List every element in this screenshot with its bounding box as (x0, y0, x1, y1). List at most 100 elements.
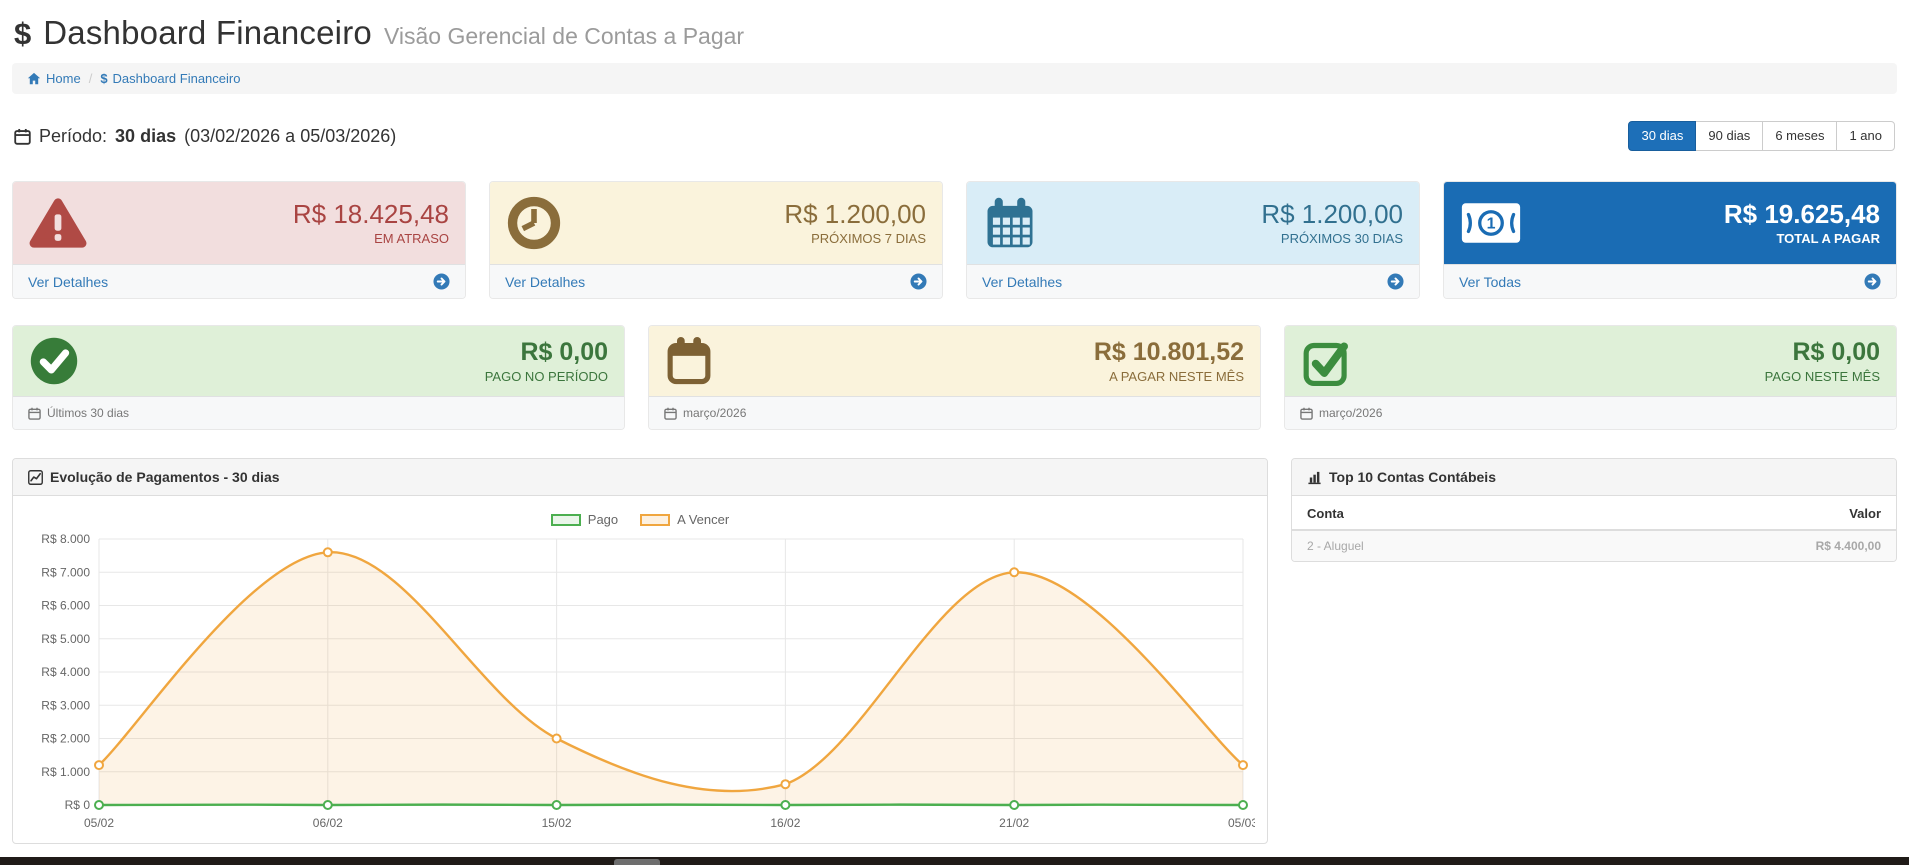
ver-detalhes-link[interactable]: Ver Detalhes (28, 274, 108, 290)
ver-detalhes-link[interactable]: Ver Detalhes (982, 274, 1062, 290)
bottom-bar-handle[interactable] (614, 859, 660, 865)
page-header: $ Dashboard Financeiro Visão Gerencial d… (12, 10, 1897, 54)
legend-label: A Vencer (677, 512, 730, 527)
svg-text:21/02: 21/02 (999, 816, 1029, 830)
chart-panel-title: Evolução de Pagamentos - 30 dias (50, 469, 280, 485)
bar-chart-icon (1308, 471, 1321, 484)
dashboard-page: $ Dashboard Financeiro Visão Gerencial d… (0, 0, 1909, 865)
svg-text:05/02: 05/02 (84, 816, 114, 830)
check-circle-icon (30, 337, 78, 385)
breadcrumb-current[interactable]: $ Dashboard Financeiro (100, 71, 240, 86)
ver-todas-link[interactable]: Ver Todas (1459, 274, 1521, 290)
column-header-valor: Valor (1579, 496, 1896, 531)
card-proximos-7-dias: R$ 1.200,00 PRÓXIMOS 7 DIAS Ver Detalhes (489, 181, 943, 299)
card-value: R$ 10.801,52 (1093, 338, 1244, 367)
payments-evolution-panel: Evolução de Pagamentos - 30 dias Pago A V… (12, 458, 1268, 844)
top-accounts-table: Conta Valor 2 - Aluguel R$ 4.400,00 (1292, 496, 1896, 561)
check-square-icon (1303, 342, 1348, 386)
summary-cards-row: R$ 18.425,48 EM ATRASO Ver Detalhes R$ 1… (12, 181, 1897, 299)
bottom-bar (0, 857, 1909, 865)
period-range: (03/02/2026 a 05/03/2026) (184, 125, 397, 146)
card-label: PRÓXIMOS 30 DIAS (1280, 231, 1403, 247)
calendar-icon (14, 128, 31, 145)
breadcrumb-home-link[interactable]: Home (27, 71, 81, 86)
clock-icon (507, 196, 561, 250)
svg-text:R$ 2.000: R$ 2.000 (41, 732, 90, 746)
money-bill-icon: 1 (1461, 203, 1521, 243)
card-proximos-30-dias: R$ 1.200,00 PRÓXIMOS 30 DIAS Ver Detalhe… (966, 181, 1420, 299)
legend-label: Pago (587, 512, 619, 527)
status-cards-row: R$ 0,00 PAGO NO PERÍODO Últimos 30 dias (12, 325, 1897, 430)
period-text: Período: 30 dias (03/02/2026 a 05/03/202… (14, 126, 396, 147)
card-value: R$ 1.200,00 (784, 198, 926, 229)
line-chart-icon (28, 469, 43, 485)
card-value: R$ 18.425,48 (292, 198, 449, 229)
card-value: R$ 0,00 (520, 338, 608, 367)
legend-swatch (640, 513, 671, 526)
svg-text:R$ 1.000: R$ 1.000 (41, 765, 90, 779)
period-button-6m[interactable]: 6 meses (1762, 121, 1838, 151)
legend-item-pago[interactable]: Pago (550, 512, 619, 527)
period-row: Período: 30 dias (03/02/2026 a 05/03/202… (12, 121, 1897, 151)
dollar-icon: $ (14, 16, 32, 51)
ver-detalhes-link[interactable]: Ver Detalhes (505, 274, 585, 290)
payments-chart[interactable]: R$ 0 R$ 1.000 R$ 2.000 R$ 3.000 R$ 4.000 R$ 5… (23, 529, 1257, 835)
card-label: TOTAL A PAGAR (1776, 231, 1880, 247)
period-label: Período: (39, 125, 108, 146)
breadcrumb-home-label: Home (46, 71, 81, 86)
period-button-1y[interactable]: 1 ano (1836, 121, 1895, 151)
column-header-conta: Conta (1292, 496, 1580, 531)
home-icon (27, 72, 41, 84)
period-button-group: 30 dias 90 dias 6 meses 1 ano (1628, 121, 1895, 151)
card-label: PAGO NO PERÍODO (484, 368, 608, 384)
calendar-outline-icon (667, 337, 711, 385)
breadcrumb-current-label: Dashboard Financeiro (112, 71, 241, 86)
top-accounts-title: Top 10 Contas Contábeis (1329, 469, 1496, 485)
panels-row: Evolução de Pagamentos - 30 dias Pago A V… (12, 458, 1897, 844)
period-value: 30 dias (115, 125, 177, 146)
svg-text:06/02: 06/02 (313, 816, 343, 830)
period-button-30d[interactable]: 30 dias (1628, 121, 1697, 151)
svg-text:R$ 5.000: R$ 5.000 (41, 632, 90, 646)
svg-text:R$ 3.000: R$ 3.000 (41, 698, 90, 712)
card-value: R$ 19.625,48 (1723, 198, 1880, 229)
account-value: R$ 4.400,00 (1579, 530, 1896, 561)
breadcrumb: Home / $ Dashboard Financeiro (12, 63, 1897, 94)
calendar-icon (664, 407, 677, 420)
arrow-circle-right-icon[interactable] (433, 273, 450, 290)
calendar-icon (1300, 407, 1313, 420)
card-total-a-pagar: 1 R$ 19.625,48 TOTAL A PAGAR Ver Todas (1443, 181, 1897, 299)
svg-text:16/02: 16/02 (770, 816, 800, 830)
top-accounts-tbody: 2 - Aluguel R$ 4.400,00 (1292, 530, 1896, 561)
card-label: EM ATRASO (374, 231, 449, 247)
card-label: PAGO NESTE MÊS (1764, 368, 1880, 384)
table-row: 2 - Aluguel R$ 4.400,00 (1292, 530, 1896, 561)
page-title: Dashboard Financeiro (43, 14, 372, 51)
arrow-circle-right-icon[interactable] (1864, 273, 1881, 290)
dollar-icon: $ (100, 71, 108, 86)
card-footer-text: Últimos 30 dias (47, 406, 130, 420)
top-accounts-panel: Top 10 Contas Contábeis Conta Valor 2 - … (1291, 458, 1897, 562)
breadcrumb-separator: / (88, 71, 93, 86)
svg-text:R$ 8.000: R$ 8.000 (41, 532, 90, 546)
payments-chart-svg[interactable]: R$ 0 R$ 1.000 R$ 2.000 R$ 3.000 R$ 4.000 R$ 5… (23, 529, 1255, 835)
svg-text:R$ 4.000: R$ 4.000 (41, 665, 90, 679)
legend-swatch (550, 513, 581, 526)
svg-text:1: 1 (1487, 216, 1496, 233)
card-pago-neste-mes: R$ 0,00 PAGO NESTE MÊS março/2026 (1284, 325, 1897, 430)
card-a-pagar-neste-mes: R$ 10.801,52 A PAGAR NESTE MÊS março/202… (648, 325, 1261, 430)
arrow-circle-right-icon[interactable] (1387, 273, 1404, 290)
card-label: PRÓXIMOS 7 DIAS (811, 231, 926, 247)
svg-text:R$ 0: R$ 0 (65, 798, 91, 812)
chart-legend: Pago A Vencer (23, 512, 1257, 527)
card-value: R$ 1.200,00 (1261, 198, 1403, 229)
card-pago-no-periodo: R$ 0,00 PAGO NO PERÍODO Últimos 30 dias (12, 325, 625, 430)
legend-item-a-vencer[interactable]: A Vencer (640, 512, 729, 527)
account-name: 2 - Aluguel (1292, 530, 1580, 561)
warning-triangle-icon (29, 198, 87, 248)
period-button-90d[interactable]: 90 dias (1695, 121, 1764, 151)
arrow-circle-right-icon[interactable] (910, 273, 927, 290)
calendar-icon (28, 407, 41, 420)
card-footer-text: março/2026 (683, 406, 747, 420)
svg-text:05/03: 05/03 (1228, 816, 1255, 830)
